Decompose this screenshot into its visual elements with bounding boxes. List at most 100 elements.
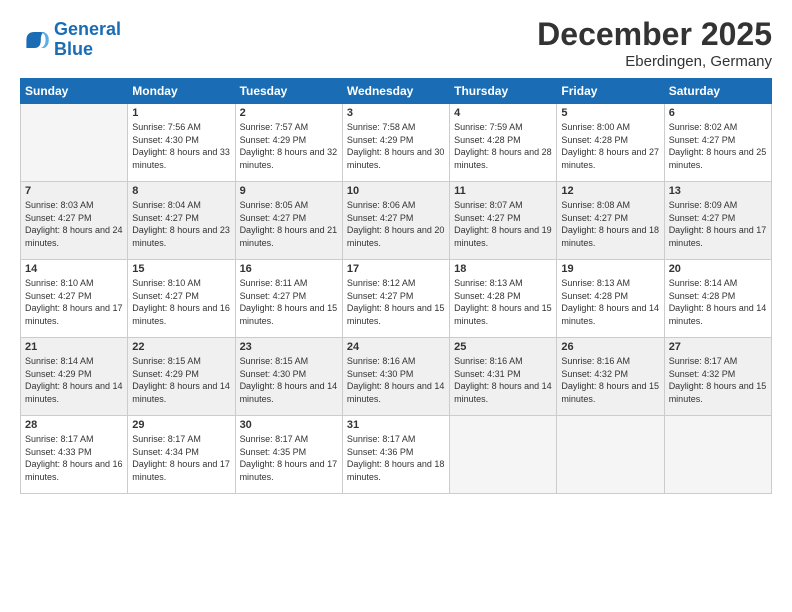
sunset: Sunset: 4:27 PM <box>347 212 445 225</box>
day-number: 15 <box>132 263 230 275</box>
sunset: Sunset: 4:27 PM <box>347 290 445 303</box>
sunrise: Sunrise: 8:10 AM <box>25 277 123 290</box>
sunset: Sunset: 4:30 PM <box>347 368 445 381</box>
table-row: 3 Sunrise: 7:58 AM Sunset: 4:29 PM Dayli… <box>342 104 449 182</box>
day-info: Sunrise: 7:57 AM Sunset: 4:29 PM Dayligh… <box>240 121 338 171</box>
table-row <box>450 416 557 494</box>
day-info: Sunrise: 8:07 AM Sunset: 4:27 PM Dayligh… <box>454 199 552 249</box>
sunset: Sunset: 4:28 PM <box>561 290 659 303</box>
sunset: Sunset: 4:29 PM <box>240 134 338 147</box>
table-row: 1 Sunrise: 7:56 AM Sunset: 4:30 PM Dayli… <box>128 104 235 182</box>
header-saturday: Saturday <box>664 79 771 104</box>
sunrise: Sunrise: 8:12 AM <box>347 277 445 290</box>
table-row: 20 Sunrise: 8:14 AM Sunset: 4:28 PM Dayl… <box>664 260 771 338</box>
sunset: Sunset: 4:27 PM <box>561 212 659 225</box>
calendar-week-row: 21 Sunrise: 8:14 AM Sunset: 4:29 PM Dayl… <box>21 338 772 416</box>
daylight: Daylight: 8 hours and 17 minutes. <box>25 302 123 327</box>
day-info: Sunrise: 8:12 AM Sunset: 4:27 PM Dayligh… <box>347 277 445 327</box>
sunset: Sunset: 4:27 PM <box>240 290 338 303</box>
daylight: Daylight: 8 hours and 28 minutes. <box>454 146 552 171</box>
day-info: Sunrise: 8:08 AM Sunset: 4:27 PM Dayligh… <box>561 199 659 249</box>
day-info: Sunrise: 8:15 AM Sunset: 4:30 PM Dayligh… <box>240 355 338 405</box>
table-row <box>664 416 771 494</box>
day-number: 22 <box>132 341 230 353</box>
table-row: 23 Sunrise: 8:15 AM Sunset: 4:30 PM Dayl… <box>235 338 342 416</box>
day-number: 10 <box>347 185 445 197</box>
daylight: Daylight: 8 hours and 24 minutes. <box>25 224 123 249</box>
day-info: Sunrise: 8:17 AM Sunset: 4:35 PM Dayligh… <box>240 433 338 483</box>
daylight: Daylight: 8 hours and 15 minutes. <box>669 380 767 405</box>
sunset: Sunset: 4:32 PM <box>561 368 659 381</box>
header-wednesday: Wednesday <box>342 79 449 104</box>
day-info: Sunrise: 8:17 AM Sunset: 4:33 PM Dayligh… <box>25 433 123 483</box>
table-row: 17 Sunrise: 8:12 AM Sunset: 4:27 PM Dayl… <box>342 260 449 338</box>
day-number: 9 <box>240 185 338 197</box>
header-friday: Friday <box>557 79 664 104</box>
sunrise: Sunrise: 8:10 AM <box>132 277 230 290</box>
day-number: 19 <box>561 263 659 275</box>
daylight: Daylight: 8 hours and 14 minutes. <box>347 380 445 405</box>
table-row: 9 Sunrise: 8:05 AM Sunset: 4:27 PM Dayli… <box>235 182 342 260</box>
daylight: Daylight: 8 hours and 17 minutes. <box>669 224 767 249</box>
header-sunday: Sunday <box>21 79 128 104</box>
calendar-week-row: 28 Sunrise: 8:17 AM Sunset: 4:33 PM Dayl… <box>21 416 772 494</box>
table-row: 12 Sunrise: 8:08 AM Sunset: 4:27 PM Dayl… <box>557 182 664 260</box>
day-number: 21 <box>25 341 123 353</box>
daylight: Daylight: 8 hours and 23 minutes. <box>132 224 230 249</box>
day-info: Sunrise: 7:56 AM Sunset: 4:30 PM Dayligh… <box>132 121 230 171</box>
logo: General Blue <box>20 20 121 60</box>
day-info: Sunrise: 8:17 AM Sunset: 4:32 PM Dayligh… <box>669 355 767 405</box>
sunset: Sunset: 4:27 PM <box>454 212 552 225</box>
day-number: 23 <box>240 341 338 353</box>
table-row: 25 Sunrise: 8:16 AM Sunset: 4:31 PM Dayl… <box>450 338 557 416</box>
day-number: 29 <box>132 419 230 431</box>
day-info: Sunrise: 7:59 AM Sunset: 4:28 PM Dayligh… <box>454 121 552 171</box>
logo-text: General Blue <box>54 20 121 60</box>
calendar-table: Sunday Monday Tuesday Wednesday Thursday… <box>20 78 772 494</box>
sunrise: Sunrise: 8:06 AM <box>347 199 445 212</box>
sunrise: Sunrise: 8:03 AM <box>25 199 123 212</box>
table-row: 13 Sunrise: 8:09 AM Sunset: 4:27 PM Dayl… <box>664 182 771 260</box>
day-info: Sunrise: 8:09 AM Sunset: 4:27 PM Dayligh… <box>669 199 767 249</box>
day-number: 3 <box>347 107 445 119</box>
table-row: 26 Sunrise: 8:16 AM Sunset: 4:32 PM Dayl… <box>557 338 664 416</box>
daylight: Daylight: 8 hours and 18 minutes. <box>347 458 445 483</box>
day-number: 31 <box>347 419 445 431</box>
month-title: December 2025 <box>537 16 772 53</box>
daylight: Daylight: 8 hours and 14 minutes. <box>240 380 338 405</box>
sunrise: Sunrise: 8:16 AM <box>454 355 552 368</box>
sunrise: Sunrise: 8:02 AM <box>669 121 767 134</box>
table-row: 11 Sunrise: 8:07 AM Sunset: 4:27 PM Dayl… <box>450 182 557 260</box>
day-number: 17 <box>347 263 445 275</box>
sunset: Sunset: 4:36 PM <box>347 446 445 459</box>
day-number: 1 <box>132 107 230 119</box>
day-number: 11 <box>454 185 552 197</box>
sunrise: Sunrise: 7:58 AM <box>347 121 445 134</box>
sunset: Sunset: 4:28 PM <box>561 134 659 147</box>
day-number: 14 <box>25 263 123 275</box>
day-info: Sunrise: 8:14 AM Sunset: 4:28 PM Dayligh… <box>669 277 767 327</box>
sunrise: Sunrise: 8:17 AM <box>132 433 230 446</box>
sunrise: Sunrise: 8:16 AM <box>347 355 445 368</box>
day-number: 13 <box>669 185 767 197</box>
day-number: 30 <box>240 419 338 431</box>
day-number: 20 <box>669 263 767 275</box>
day-info: Sunrise: 8:10 AM Sunset: 4:27 PM Dayligh… <box>132 277 230 327</box>
daylight: Daylight: 8 hours and 33 minutes. <box>132 146 230 171</box>
daylight: Daylight: 8 hours and 14 minutes. <box>25 380 123 405</box>
table-row: 27 Sunrise: 8:17 AM Sunset: 4:32 PM Dayl… <box>664 338 771 416</box>
table-row: 28 Sunrise: 8:17 AM Sunset: 4:33 PM Dayl… <box>21 416 128 494</box>
daylight: Daylight: 8 hours and 19 minutes. <box>454 224 552 249</box>
sunrise: Sunrise: 8:07 AM <box>454 199 552 212</box>
day-number: 8 <box>132 185 230 197</box>
day-number: 4 <box>454 107 552 119</box>
table-row: 4 Sunrise: 7:59 AM Sunset: 4:28 PM Dayli… <box>450 104 557 182</box>
sunrise: Sunrise: 8:17 AM <box>25 433 123 446</box>
table-row: 19 Sunrise: 8:13 AM Sunset: 4:28 PM Dayl… <box>557 260 664 338</box>
day-info: Sunrise: 8:16 AM Sunset: 4:30 PM Dayligh… <box>347 355 445 405</box>
day-number: 16 <box>240 263 338 275</box>
day-number: 24 <box>347 341 445 353</box>
sunrise: Sunrise: 8:05 AM <box>240 199 338 212</box>
day-number: 26 <box>561 341 659 353</box>
daylight: Daylight: 8 hours and 32 minutes. <box>240 146 338 171</box>
